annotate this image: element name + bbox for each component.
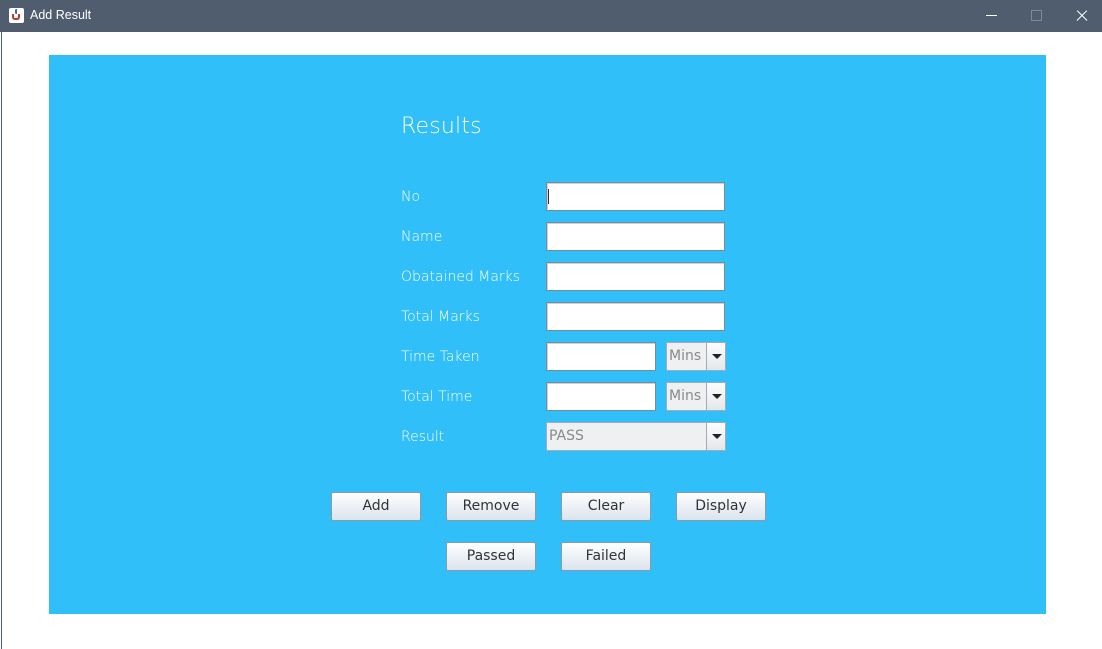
total-time-field[interactable]: [546, 382, 656, 411]
time-taken-field[interactable]: [546, 342, 656, 371]
no-label: No: [401, 189, 421, 205]
remove-button[interactable]: Remove: [446, 492, 536, 521]
chevron-down-icon[interactable]: [706, 383, 725, 410]
total-marks-label: Total Marks: [401, 309, 480, 325]
maximize-button[interactable]: [1013, 0, 1059, 32]
obtained-marks-label: Obatained Marks: [401, 269, 521, 285]
text-caret: [548, 189, 549, 204]
clear-button[interactable]: Clear: [561, 492, 651, 521]
time-taken-unit-value: Mins: [669, 348, 702, 364]
display-button[interactable]: Display: [676, 492, 766, 521]
total-time-unit-value: Mins: [669, 388, 702, 404]
name-label: Name: [401, 229, 443, 245]
failed-button[interactable]: Failed: [561, 542, 651, 571]
total-time-unit-select[interactable]: Mins: [666, 382, 726, 411]
minimize-button[interactable]: [968, 0, 1014, 32]
close-button[interactable]: [1059, 0, 1102, 32]
title-bar: Add Result: [0, 0, 1102, 32]
obtained-marks-field[interactable]: [546, 262, 725, 291]
time-taken-label: Time Taken: [401, 349, 480, 365]
java-cup-icon: [9, 8, 24, 23]
result-select-value: PASS: [549, 428, 584, 444]
chevron-down-icon[interactable]: [706, 343, 725, 370]
window-title: Add Result: [30, 8, 92, 22]
chevron-down-icon[interactable]: [706, 423, 725, 450]
name-field[interactable]: [546, 222, 725, 251]
result-label: Result: [401, 429, 445, 445]
time-taken-unit-select[interactable]: Mins: [666, 342, 726, 371]
result-select[interactable]: PASS: [546, 422, 726, 451]
passed-button[interactable]: Passed: [446, 542, 536, 571]
page-title: Results: [401, 114, 482, 139]
total-marks-field[interactable]: [546, 302, 725, 331]
no-field[interactable]: [546, 182, 725, 211]
results-panel: [49, 55, 1046, 614]
total-time-label: Total Time: [401, 389, 473, 405]
add-button[interactable]: Add: [331, 492, 421, 521]
